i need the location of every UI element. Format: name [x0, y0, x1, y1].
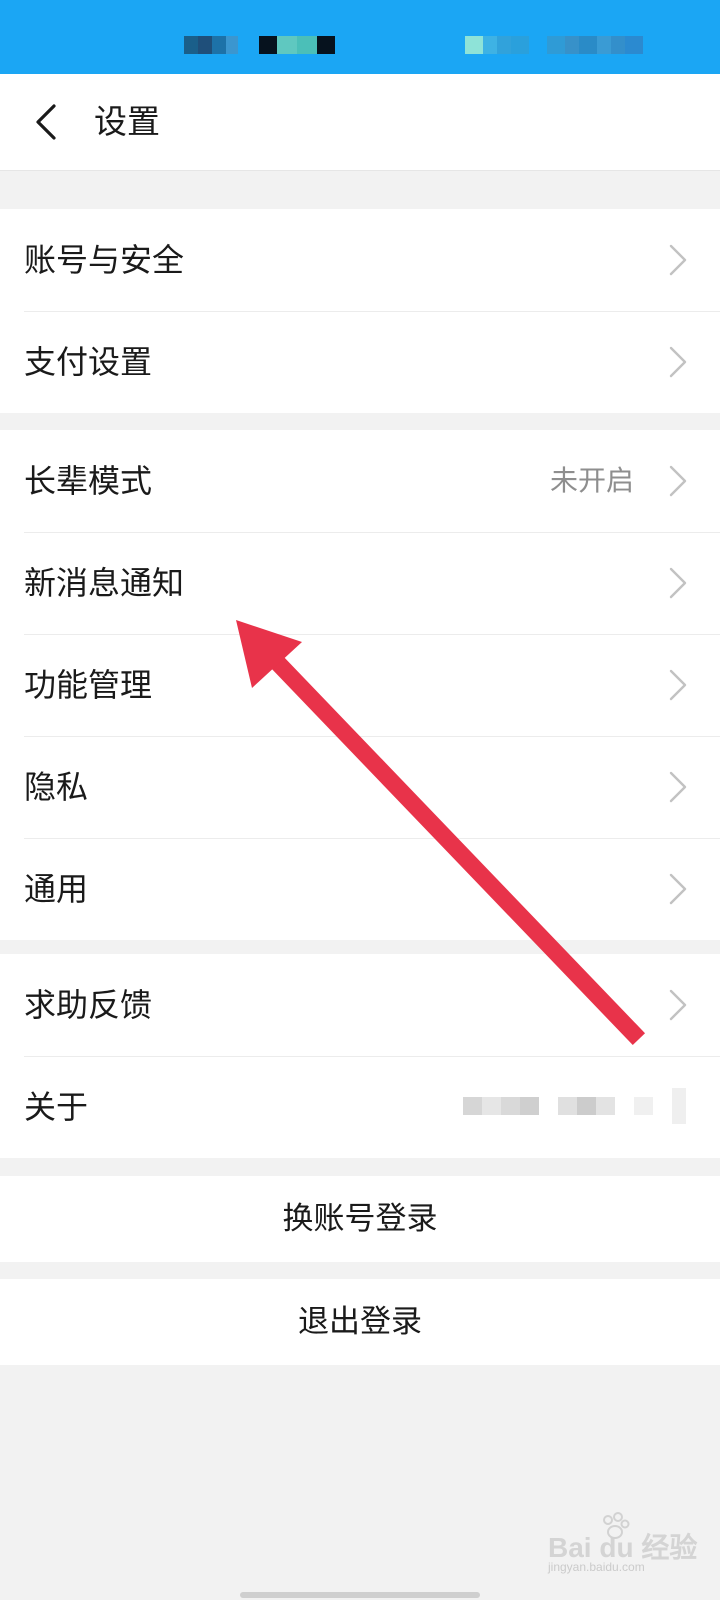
settings-item-label: 求助反馈	[24, 986, 153, 1024]
chevron-right-icon	[669, 771, 687, 803]
settings-group-account: 账号与安全 支付设置	[0, 209, 720, 413]
settings-item-general[interactable]: 通用	[0, 838, 720, 940]
chevron-right-icon	[669, 669, 687, 701]
header: 设置	[0, 74, 720, 171]
settings-item-label: 账号与安全	[24, 241, 185, 279]
status-bar	[0, 0, 720, 74]
settings-item-label: 长辈模式	[24, 462, 153, 500]
chevron-right-icon	[669, 465, 687, 497]
chevron-right-icon	[669, 989, 687, 1021]
chevron-right-icon	[669, 346, 687, 378]
settings-item-label: 功能管理	[24, 666, 153, 704]
settings-item-account-security[interactable]: 账号与安全	[0, 209, 720, 311]
settings-item-about[interactable]: 关于	[0, 1056, 720, 1158]
version-info-blurred	[463, 1086, 686, 1126]
logout-button[interactable]: 退出登录	[0, 1279, 720, 1365]
settings-group-general: 长辈模式 未开启 新消息通知 功能管理 隐私 通用	[0, 430, 720, 940]
status-right-blurred	[465, 36, 643, 54]
status-icons-blurred	[259, 36, 335, 54]
switch-account-label: 换账号登录	[282, 1201, 438, 1237]
settings-item-label: 新消息通知	[24, 564, 185, 602]
switch-account-button[interactable]: 换账号登录	[0, 1176, 720, 1262]
settings-item-notifications[interactable]: 新消息通知	[0, 532, 720, 634]
logout-label: 退出登录	[298, 1304, 422, 1340]
page-title: 设置	[94, 102, 160, 141]
settings-item-help-feedback[interactable]: 求助反馈	[0, 954, 720, 1056]
chevron-right-icon	[669, 873, 687, 905]
settings-group-help: 求助反馈 关于	[0, 954, 720, 1158]
settings-item-label: 隐私	[24, 768, 89, 806]
elder-mode-status: 未开启	[549, 464, 634, 497]
settings-item-label: 通用	[24, 870, 89, 908]
status-time-blurred	[184, 36, 238, 54]
settings-item-features[interactable]: 功能管理	[0, 634, 720, 736]
settings-item-label: 关于	[24, 1088, 89, 1126]
watermark-url: jingyan.baidu.com	[548, 1560, 645, 1574]
settings-item-payment[interactable]: 支付设置	[0, 311, 720, 413]
chevron-right-icon	[669, 244, 687, 276]
chevron-left-icon[interactable]	[30, 102, 66, 142]
chevron-right-icon	[669, 567, 687, 599]
home-indicator[interactable]	[240, 1592, 480, 1598]
settings-item-elder-mode[interactable]: 长辈模式 未开启	[0, 430, 720, 532]
baidu-jingyan-watermark: Bai du 经验 jingyan.baidu.com	[548, 1512, 708, 1582]
settings-item-label: 支付设置	[24, 343, 153, 381]
settings-item-privacy[interactable]: 隐私	[0, 736, 720, 838]
